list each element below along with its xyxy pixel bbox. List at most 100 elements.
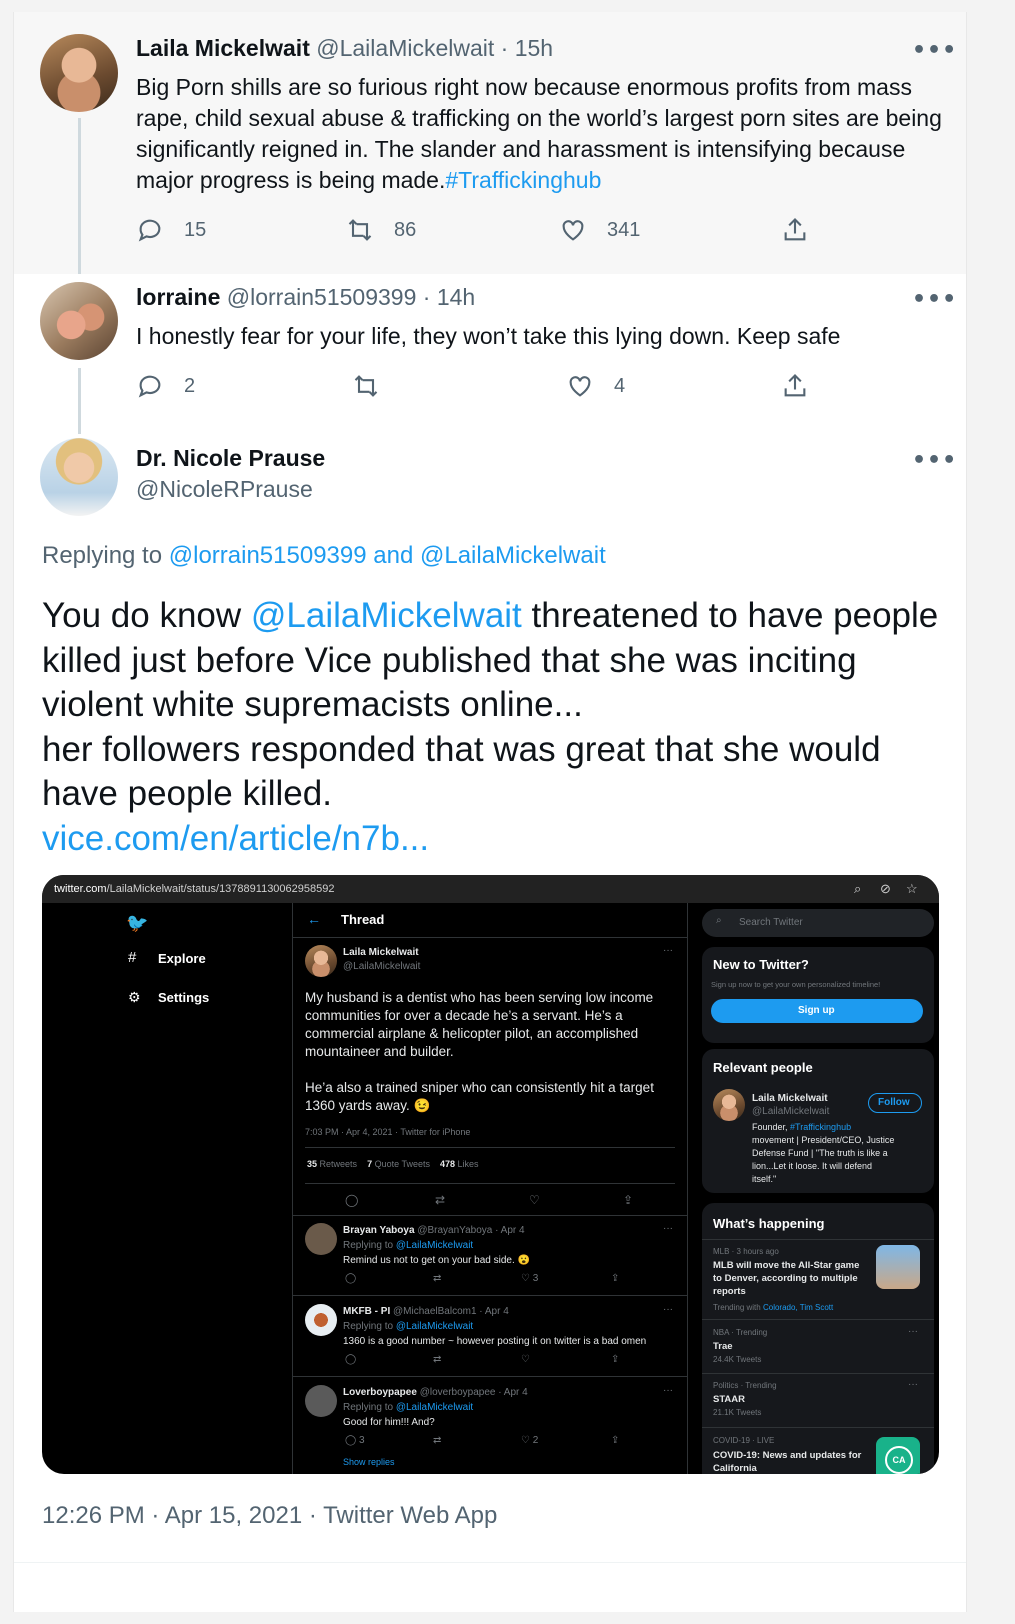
avatar[interactable]: [40, 34, 118, 112]
trend-related: Trending with Colorado, Tim Scott: [713, 1303, 833, 1312]
reply-text: Good for him!!! And?: [343, 1417, 435, 1428]
thread-connector: [78, 368, 81, 434]
share-button[interactable]: [781, 216, 809, 244]
nav-settings: Settings: [158, 990, 210, 1005]
like-count: 341: [607, 218, 641, 241]
more-options-icon[interactable]: •••: [912, 38, 957, 63]
reply-count: 2: [184, 374, 196, 397]
author-handle[interactable]: @NicoleRPrause: [136, 476, 313, 503]
mention-link[interactable]: @LailaMickelwait: [420, 542, 606, 569]
new-to-twitter-subtitle: Sign up now to get your own personalized…: [711, 980, 881, 989]
trend-thumbnail: [876, 1245, 920, 1289]
trend-category: COVID-19 · LIVE: [713, 1436, 775, 1445]
like-button[interactable]: 4: [566, 372, 625, 400]
hashtag-link[interactable]: #Traffickinghub: [445, 167, 601, 193]
share-icon: ⇪: [623, 1193, 634, 1207]
reply-text: Remind us not to get on your bad side. 😮: [343, 1255, 531, 1266]
author-name[interactable]: Laila Mickelwait: [136, 35, 310, 61]
more-options-icon: ···: [908, 1326, 918, 1337]
reply-icon: [138, 219, 161, 242]
trend-title: Trae: [713, 1341, 733, 1352]
like-count: 3: [532, 1273, 539, 1284]
reply-icon: ◯ 3: [345, 1435, 365, 1446]
heart-icon: ♡ 3: [521, 1273, 539, 1284]
hashtag-icon: #: [128, 949, 137, 966]
avatar: [305, 1223, 337, 1255]
share-button[interactable]: [781, 372, 809, 400]
url-path: /LailaMickelwait/status/1378891130062958…: [106, 883, 335, 895]
reply-to-handle: @LailaMickelwait: [395, 1321, 474, 1332]
divider: [305, 1183, 675, 1184]
author-name[interactable]: lorraine: [136, 284, 220, 310]
tweet-timestamp[interactable]: 12:26 PM · Apr 15, 2021 · Twitter Web Ap…: [42, 1502, 497, 1530]
avatar[interactable]: [40, 282, 118, 360]
eye-off-icon: ⊘: [880, 881, 891, 896]
mention-link[interactable]: @LailaMickelwait: [251, 596, 522, 635]
retweet-icon: ⇄: [435, 1193, 446, 1207]
trend-category: NBA · Trending: [713, 1328, 768, 1337]
thread-connector: [78, 118, 81, 274]
gear-icon: ⚙: [128, 989, 141, 1005]
tweet-time[interactable]: 14h: [437, 284, 475, 310]
relevant-people-title: Relevant people: [713, 1060, 813, 1075]
like-count: 4: [614, 374, 626, 397]
more-options-icon[interactable]: •••: [912, 448, 957, 473]
reply-icon: ◯: [345, 1193, 359, 1207]
follow-label: Follow: [878, 1097, 910, 1108]
quotes-number: 7: [367, 1159, 373, 1169]
bio-text: Founder,: [752, 1122, 788, 1132]
author-handle[interactable]: @LailaMickelwait: [316, 35, 494, 61]
twitter-bird-icon: 🐦: [126, 913, 149, 933]
share-icon: [784, 374, 806, 397]
more-options-icon: ···: [663, 1385, 673, 1396]
reply-author-name: MKFB - PI: [343, 1306, 391, 1317]
share-icon: [784, 218, 806, 241]
reply-author: Brayan Yaboya @BrayanYaboya · Apr 4: [343, 1225, 525, 1236]
retweets-label: Retweets: [319, 1159, 358, 1169]
replying-to-label: Replying to: [42, 542, 163, 569]
author-handle[interactable]: @lorrain51509399: [227, 284, 417, 310]
divider: [702, 1319, 934, 1320]
retweet-button[interactable]: 86: [346, 216, 416, 244]
replying-to-label: Replying to: [343, 1402, 394, 1413]
back-arrow-icon: ←: [307, 911, 321, 927]
nav-explore: Explore: [158, 951, 206, 966]
mention-link[interactable]: @lorrain51509399: [169, 542, 367, 569]
whats-happening-title: What’s happening: [713, 1216, 825, 1231]
relevant-bio-4: lion...Let it loose. It will defend: [752, 1161, 873, 1171]
retweet-count: 86: [394, 218, 417, 241]
more-options-icon: ···: [663, 945, 673, 956]
tweet-time[interactable]: 15h: [515, 35, 553, 61]
like-button[interactable]: 341: [559, 216, 640, 244]
separator-dot: ·: [494, 35, 515, 61]
orig-stats: 35 Retweets 7 Quote Tweets 478 Likes: [307, 1159, 479, 1169]
trending-with-label: Trending with: [713, 1303, 761, 1312]
embedded-screenshot[interactable]: twitter.com/LailaMickelwait/status/13788…: [42, 875, 939, 1474]
reply-replying-to: Replying to @LailaMickelwait: [343, 1240, 473, 1251]
star-icon: ☆: [906, 881, 918, 896]
heart-icon: ♡: [529, 1193, 540, 1207]
share-icon: ⇪: [611, 1273, 620, 1284]
divider: [702, 1373, 934, 1374]
likes-number: 478: [440, 1159, 456, 1169]
reply-button[interactable]: 2: [136, 372, 195, 400]
retweet-button[interactable]: [352, 372, 400, 400]
relevant-bio-1: Founder, #Traffickinghub: [752, 1122, 851, 1132]
trend-title: MLB will move the All-Star game to Denve…: [713, 1260, 860, 1297]
divider: [293, 937, 687, 938]
trend-title: COVID-19: News and updates for Californi…: [713, 1450, 862, 1474]
reply-author-name: Brayan Yaboya: [343, 1225, 415, 1236]
reply-button[interactable]: 15: [136, 216, 206, 244]
conversation-card: Laila Mickelwait @LailaMickelwait · 15h …: [13, 12, 967, 1612]
avatar[interactable]: [40, 438, 118, 516]
separator-dot: ·: [416, 284, 437, 310]
more-options-icon[interactable]: •••: [912, 287, 957, 312]
author-name[interactable]: Dr. Nicole Prause: [136, 445, 325, 472]
embedded-left-nav: 🐦 # Explore ⚙ Settings: [42, 903, 292, 1474]
reply-meta: @loverboypapee · Apr 4: [419, 1387, 528, 1398]
reply-author: Loverboypapee @loverboypapee · Apr 4: [343, 1387, 528, 1398]
search-placeholder: Search Twitter: [739, 917, 803, 928]
trend-count: 24.4K Tweets: [713, 1355, 762, 1364]
external-link[interactable]: vice.com/en/article/n7b...: [42, 819, 429, 858]
author-line: lorraine @lorrain51509399 · 14h: [136, 284, 475, 311]
